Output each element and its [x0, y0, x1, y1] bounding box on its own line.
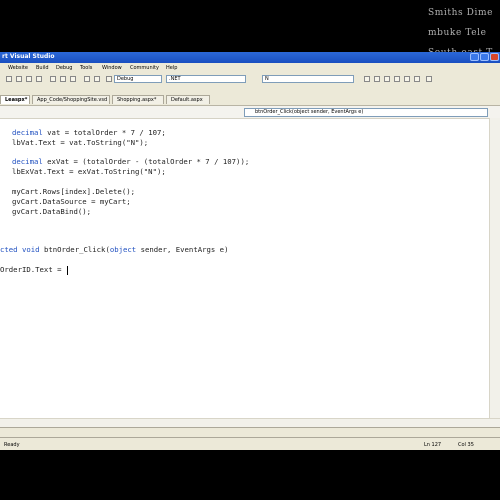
code-line: gvCart.DataSource = myCart; — [12, 197, 131, 206]
code-line: gvCart.DataBind(); — [12, 207, 92, 216]
new-file-icon[interactable] — [6, 76, 12, 82]
tab-current-file[interactable]: Leaspx* — [0, 95, 30, 104]
status-text: Ready — [4, 442, 20, 448]
start-page-icon[interactable] — [414, 76, 420, 82]
tab-default-aspx[interactable]: Default.aspx — [166, 95, 210, 104]
more-tools-icon[interactable] — [426, 76, 432, 82]
menu-website[interactable]: Website — [8, 65, 28, 71]
window-title: rt Visual Studio — [2, 53, 55, 60]
menu-help[interactable]: Help — [166, 65, 177, 71]
start-debug-icon[interactable] — [106, 76, 112, 82]
text-caret — [66, 265, 68, 275]
solution-explorer-icon[interactable] — [374, 76, 380, 82]
save-all-icon[interactable] — [36, 76, 42, 82]
configuration-select[interactable]: Debug — [114, 75, 162, 83]
code-line: cted void btnOrder_Click(object sender, … — [0, 245, 229, 254]
find-in-files-icon[interactable] — [364, 76, 370, 82]
menu-community[interactable]: Community — [130, 65, 159, 71]
menu-build[interactable]: Build — [36, 65, 49, 71]
cut-icon[interactable] — [50, 76, 56, 82]
menu-debug[interactable]: Debug — [56, 65, 72, 71]
object-browser-icon[interactable] — [394, 76, 400, 82]
close-button[interactable] — [490, 53, 499, 61]
paste-icon[interactable] — [70, 76, 76, 82]
tab-shopping-site[interactable]: App_Code/ShoppingSite.vsd — [32, 95, 110, 104]
member-dropdown[interactable]: btnOrder_Click(object sender, EventArgs … — [244, 108, 488, 117]
toolbox-icon[interactable] — [404, 76, 410, 82]
code-line: lbVat.Text = vat.ToString("N"); — [12, 138, 149, 147]
document-tabs: Leaspx* App_Code/ShoppingSite.vsd Shoppi… — [0, 94, 500, 106]
title-bar: rt Visual Studio — [0, 52, 500, 63]
maximize-button[interactable] — [480, 53, 489, 61]
overlay-caption-2: mbuke Tele — [428, 28, 487, 38]
status-bar: Ready Ln 127 Col 35 — [0, 437, 500, 450]
redo-icon[interactable] — [94, 76, 100, 82]
code-line: lbExVat.Text = exVat.ToString("N"); — [12, 167, 166, 176]
undo-icon[interactable] — [84, 76, 90, 82]
find-box[interactable]: N — [262, 75, 354, 83]
minimize-button[interactable] — [470, 53, 479, 61]
code-editor[interactable]: decimal vat = totalOrder * 7 / 107; lbVa… — [0, 119, 490, 450]
platform-select[interactable]: .NET — [166, 75, 246, 83]
code-line: decimal vat = totalOrder * 7 / 107; — [12, 128, 166, 137]
line-indicator: Ln 127 — [424, 442, 442, 448]
open-file-icon[interactable] — [16, 76, 22, 82]
toolbar: Debug .NET N — [0, 73, 500, 95]
code-line: decimal exVat = (totalOrder - (totalOrde… — [12, 157, 250, 166]
overlay-caption-1: Smiths Dime — [428, 8, 494, 18]
ide-window: rt Visual Studio Website Build Debug Too… — [0, 52, 500, 450]
column-indicator: Col 35 — [458, 442, 474, 448]
save-icon[interactable] — [26, 76, 32, 82]
copy-icon[interactable] — [60, 76, 66, 82]
code-line-active: OrderID.Text = — [0, 265, 68, 275]
menu-window[interactable]: Window — [102, 65, 122, 71]
properties-icon[interactable] — [384, 76, 390, 82]
navigation-bar: btnOrder_Click(object sender, EventArgs … — [0, 106, 500, 119]
tab-shopping-aspx[interactable]: Shopping.aspx* — [112, 95, 164, 104]
vertical-scrollbar[interactable] — [489, 118, 500, 450]
code-line: myCart.Rows[index].Delete(); — [12, 187, 136, 196]
menu-bar: Website Build Debug Tools Window Communi… — [0, 63, 500, 73]
menu-tools[interactable]: Tools — [80, 65, 92, 71]
